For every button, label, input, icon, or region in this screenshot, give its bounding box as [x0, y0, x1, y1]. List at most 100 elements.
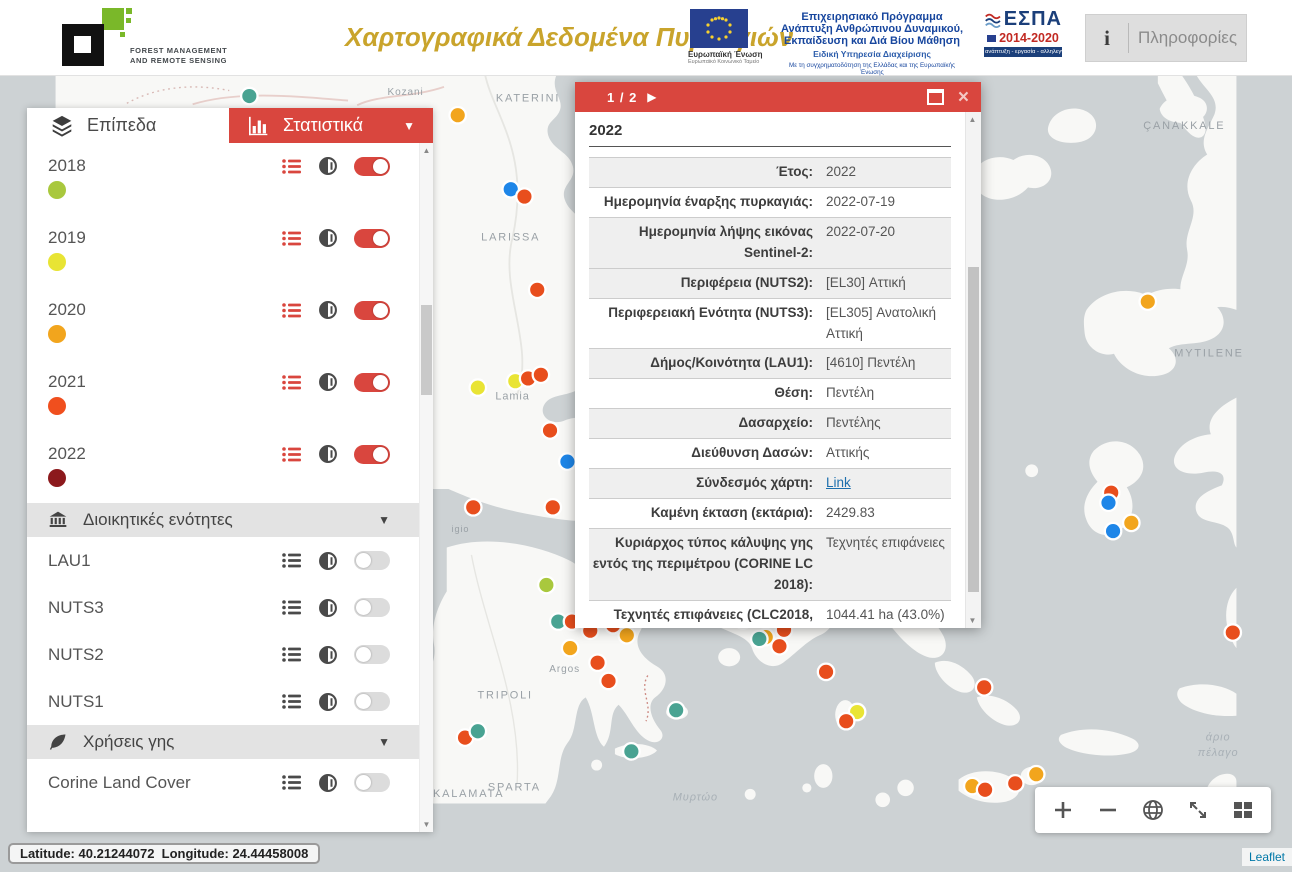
maximize-icon[interactable]	[927, 89, 944, 105]
opacity-contrast-icon[interactable]	[318, 551, 338, 571]
layer-label: 2022	[48, 444, 86, 464]
fire-marker[interactable]	[533, 367, 549, 383]
leaflet-link[interactable]: Leaflet	[1249, 850, 1285, 864]
section-header[interactable]: Διοικητικές ενότητες ▼	[27, 503, 420, 537]
layer-toggle[interactable]	[354, 598, 390, 617]
fire-marker[interactable]	[529, 282, 545, 298]
legend-list-icon[interactable]	[282, 693, 302, 710]
fire-marker[interactable]	[838, 713, 854, 729]
opacity-contrast-icon[interactable]	[318, 645, 338, 665]
fire-marker[interactable]	[976, 679, 992, 695]
sidebar-scrollbar[interactable]: ▲ ▼	[419, 143, 433, 832]
fire-marker[interactable]	[1140, 293, 1156, 309]
scroll-up-icon[interactable]: ▲	[966, 115, 979, 124]
next-feature-icon[interactable]: ▶	[647, 90, 656, 104]
layer-toggle[interactable]	[354, 373, 390, 392]
opacity-contrast-icon[interactable]	[318, 598, 338, 618]
layer-toggle[interactable]	[354, 301, 390, 320]
fire-marker[interactable]	[668, 702, 684, 718]
section-header[interactable]: Χρήσεις γης ▼	[27, 725, 420, 759]
fire-marker[interactable]	[516, 188, 532, 204]
layer-toggle[interactable]	[354, 229, 390, 248]
fire-marker[interactable]	[751, 631, 767, 647]
scroll-down-icon[interactable]: ▼	[966, 616, 979, 625]
fire-marker[interactable]	[1123, 515, 1139, 531]
legend-list-icon[interactable]	[282, 302, 302, 319]
fire-marker[interactable]	[562, 640, 578, 656]
popup-scrollbar-thumb[interactable]	[968, 267, 979, 592]
globe-button[interactable]	[1136, 793, 1170, 827]
layer-toggle[interactable]	[354, 551, 390, 570]
legend-list-icon[interactable]	[282, 374, 302, 391]
layer-toggle[interactable]	[354, 157, 390, 176]
map-link[interactable]: Link	[826, 475, 851, 490]
layer-toggle[interactable]	[354, 773, 390, 792]
fire-marker[interactable]	[465, 499, 481, 515]
scroll-up-icon[interactable]: ▲	[420, 146, 433, 155]
fire-marker[interactable]	[449, 107, 465, 123]
legend-list-icon[interactable]	[282, 646, 302, 663]
layer-color-dot	[48, 253, 66, 271]
legend-list-icon[interactable]	[282, 158, 302, 175]
fire-marker[interactable]	[538, 577, 554, 593]
fire-marker[interactable]	[542, 422, 558, 438]
fire-marker[interactable]	[589, 654, 605, 670]
zoom-in-button[interactable]	[1046, 793, 1080, 827]
opacity-contrast-icon[interactable]	[318, 228, 338, 248]
opacity-contrast-icon[interactable]	[318, 372, 338, 392]
tab-statistics[interactable]: Στατιστικά ▼	[229, 108, 433, 143]
map-attribution: Leaflet	[1242, 848, 1292, 866]
opacity-contrast-icon[interactable]	[318, 444, 338, 464]
fire-marker[interactable]	[545, 499, 561, 515]
map[interactable]: KozaniKATERINILARISSALamiaÇANAKKALEMYTIL…	[0, 75, 1292, 872]
layer-row: Corine Land Cover	[27, 759, 420, 806]
chevron-down-icon[interactable]: ▼	[378, 513, 390, 527]
chevron-down-icon[interactable]: ▼	[403, 119, 415, 133]
legend-list-icon[interactable]	[282, 230, 302, 247]
attribute-value: [EL30] Αττική	[821, 269, 951, 298]
fire-marker[interactable]	[470, 379, 486, 395]
sidebar-scrollbar-thumb[interactable]	[421, 305, 432, 395]
attribute-label: Κυριάρχος τύπος κάλυψης γης εντός της πε…	[589, 529, 821, 600]
zoom-out-button[interactable]	[1091, 793, 1125, 827]
fire-marker[interactable]	[619, 627, 635, 643]
attribute-row: Διεύθυνση Δασών: Αττικής	[589, 439, 951, 469]
popup-scrollbar[interactable]: ▲ ▼	[965, 112, 981, 628]
layer-toggle[interactable]	[354, 445, 390, 464]
fire-marker[interactable]	[1028, 766, 1044, 782]
fire-marker[interactable]	[600, 673, 616, 689]
layer-label: LAU1	[48, 551, 91, 571]
fire-marker[interactable]	[241, 88, 257, 104]
attribute-value: 2022	[821, 158, 951, 187]
close-icon[interactable]: ×	[958, 88, 969, 107]
scroll-down-icon[interactable]: ▼	[420, 820, 433, 829]
fire-marker[interactable]	[977, 782, 993, 798]
fire-marker[interactable]	[623, 743, 639, 759]
layer-toggle[interactable]	[354, 645, 390, 664]
layer-label: 2019	[48, 228, 86, 248]
info-button[interactable]: i Πληροφορίες	[1085, 14, 1247, 62]
opacity-contrast-icon[interactable]	[318, 300, 338, 320]
legend-list-icon[interactable]	[282, 774, 302, 791]
chevron-down-icon[interactable]: ▼	[378, 735, 390, 749]
tab-layers[interactable]: Επίπεδα	[27, 108, 229, 143]
fire-marker[interactable]	[818, 664, 834, 680]
opacity-contrast-icon[interactable]	[318, 156, 338, 176]
fire-marker[interactable]	[1007, 775, 1023, 791]
legend-list-icon[interactable]	[282, 599, 302, 616]
layout-button[interactable]	[1226, 793, 1260, 827]
fire-marker[interactable]	[559, 453, 575, 469]
layer-toggle[interactable]	[354, 692, 390, 711]
opacity-contrast-icon[interactable]	[318, 692, 338, 712]
popup-header[interactable]: 1 / 2 ▶ ×	[575, 82, 981, 112]
fire-marker[interactable]	[771, 638, 787, 654]
legend-list-icon[interactable]	[282, 552, 302, 569]
fire-marker[interactable]	[1105, 523, 1121, 539]
legend-list-icon[interactable]	[282, 446, 302, 463]
app-logo-text: FOREST MANAGEMENT AND REMOTE SENSING	[130, 46, 227, 66]
fullscreen-button[interactable]	[1181, 793, 1215, 827]
fire-marker[interactable]	[1225, 624, 1241, 640]
fire-marker[interactable]	[470, 723, 486, 739]
fire-marker[interactable]	[1100, 495, 1116, 511]
opacity-contrast-icon[interactable]	[318, 773, 338, 793]
